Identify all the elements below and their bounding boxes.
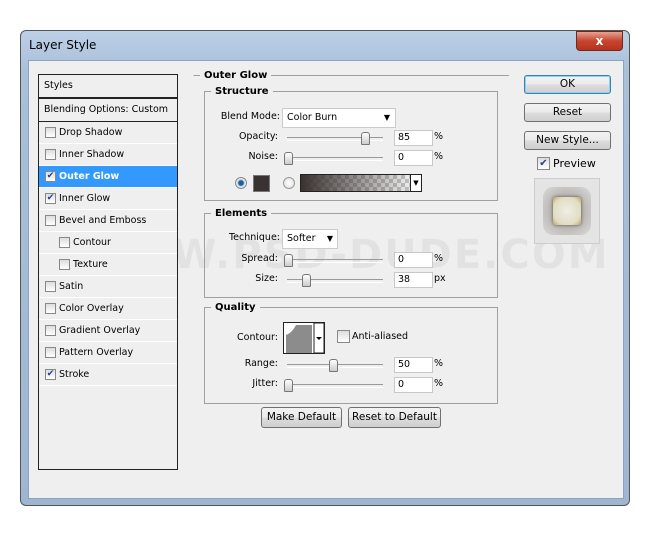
solid-color-radio[interactable] [235,177,247,189]
gradient-picker[interactable]: ▼ [300,174,422,192]
anti-aliased-checkbox[interactable] [337,330,350,343]
opacity-input[interactable]: 85 [394,130,433,146]
range-input[interactable]: 50 [394,357,433,373]
sidebar-item-label: Contour [73,237,111,248]
contour-picker[interactable] [283,322,325,354]
quality-title: Quality [215,302,256,313]
technique-value: Softer [287,233,316,244]
checkbox[interactable] [45,325,56,336]
sidebar-item-label: Inner Glow [59,193,111,204]
size-input[interactable]: 38 [394,272,433,288]
sidebar-item-gradient-overlay[interactable]: Gradient Overlay [39,320,177,342]
technique-label: Technique: [228,232,280,243]
noise-label: Noise: [248,151,278,162]
make-default-button[interactable]: Make Default [261,407,342,428]
sidebar-item-bevel-and-emboss[interactable]: Bevel and Emboss [39,210,177,232]
opacity-slider-thumb[interactable] [360,132,370,145]
anti-aliased-label: Anti-aliased [352,331,409,342]
chevron-down-icon: ▼ [383,113,390,122]
opacity-unit: % [434,131,444,142]
chevron-down-icon: ▼ [410,175,421,191]
noise-slider-track[interactable] [287,157,383,161]
reset-button[interactable]: Reset [524,103,611,122]
gradient-radio[interactable] [283,177,295,189]
jitter-label: Jitter: [252,378,278,389]
sidebar-item-label: Pattern Overlay [59,347,134,358]
range-slider-thumb[interactable] [329,359,338,372]
spread-input[interactable]: 0 [394,252,433,268]
preview-thumbnail [534,178,600,244]
checkbox[interactable] [45,347,56,358]
technique-select[interactable]: Softer ▼ [282,229,338,249]
outer-glow-title: Outer Glow [204,70,268,81]
sidebar-item-texture[interactable]: Texture [39,254,177,276]
new-style-button[interactable]: New Style... [524,131,611,150]
sidebar-item-label: Inner Shadow [59,149,125,160]
blend-mode-label: Blend Mode: [220,111,280,122]
checkbox[interactable]: ✔ [45,193,56,204]
sidebar-item-label: Stroke [59,369,90,380]
jitter-unit: % [434,378,444,389]
checkbox[interactable] [59,237,70,248]
styles-list: Styles Blending Options: Custom Drop Sha… [38,74,178,470]
sidebar-item-satin[interactable]: Satin [39,276,177,298]
spread-slider-track[interactable] [287,259,383,263]
size-label: Size: [255,273,278,284]
blend-mode-select[interactable]: Color Burn ▼ [282,108,396,128]
sidebar-item-inner-glow[interactable]: ✔ Inner Glow [39,188,177,210]
sidebar-item-pattern-overlay[interactable]: Pattern Overlay [39,342,177,364]
noise-slider-thumb[interactable] [284,152,293,165]
checkbox[interactable] [45,127,56,138]
preview-checkbox[interactable]: ✔ [537,157,550,170]
glow-color-swatch[interactable] [253,175,270,192]
blending-options[interactable]: Blending Options: Custom [39,99,177,122]
sidebar-item-label: Texture [73,259,108,270]
checkbox[interactable] [45,281,56,292]
sidebar-item-label: Drop Shadow [59,127,123,138]
noise-input[interactable]: 0 [394,150,433,166]
sidebar-item-outer-glow[interactable]: ✔ Outer Glow [39,166,177,188]
jitter-input[interactable]: 0 [394,377,433,393]
size-slider-thumb[interactable] [302,274,311,287]
preview-label: Preview [553,157,596,170]
checkbox[interactable]: ✔ [45,369,56,380]
window-title: Layer Style [29,38,97,52]
ok-button[interactable]: OK [524,75,611,94]
elements-title: Elements [215,208,268,219]
sidebar-item-label: Bevel and Emboss [59,215,147,226]
checkbox[interactable] [45,303,56,314]
checkbox[interactable] [59,259,70,270]
sidebar-item-color-overlay[interactable]: Color Overlay [39,298,177,320]
contour-label: Contour: [237,332,278,343]
spread-unit: % [434,253,444,264]
checkbox[interactable] [45,215,56,226]
styles-header[interactable]: Styles [39,75,177,99]
blend-mode-value: Color Burn [287,112,338,123]
sidebar-item-label: Color Overlay [59,303,124,314]
sidebar-item-contour[interactable]: Contour [39,232,177,254]
chevron-down-icon: ▼ [326,234,333,243]
range-label: Range: [244,358,278,369]
size-unit: px [434,273,446,284]
spread-label: Spread: [241,253,278,264]
sidebar-item-stroke[interactable]: ✔ Stroke [39,364,177,386]
close-button[interactable]: x [576,31,623,51]
sidebar-item-inner-shadow[interactable]: Inner Shadow [39,144,177,166]
jitter-slider-track[interactable] [287,384,383,388]
spread-slider-thumb[interactable] [284,254,293,267]
sidebar-item-label: Outer Glow [59,171,120,182]
reset-to-default-button[interactable]: Reset to Default [348,407,441,428]
checkbox[interactable] [45,149,56,160]
jitter-slider-thumb[interactable] [284,379,293,392]
range-unit: % [434,358,444,369]
sidebar-item-label: Satin [59,281,84,292]
opacity-label: Opacity: [238,131,278,142]
sidebar-item-drop-shadow[interactable]: Drop Shadow [39,122,177,144]
structure-title: Structure [215,86,269,97]
checkbox[interactable]: ✔ [45,171,56,182]
sidebar-item-label: Gradient Overlay [59,325,141,336]
contour-curve-icon [286,322,325,354]
noise-unit: % [434,151,444,162]
